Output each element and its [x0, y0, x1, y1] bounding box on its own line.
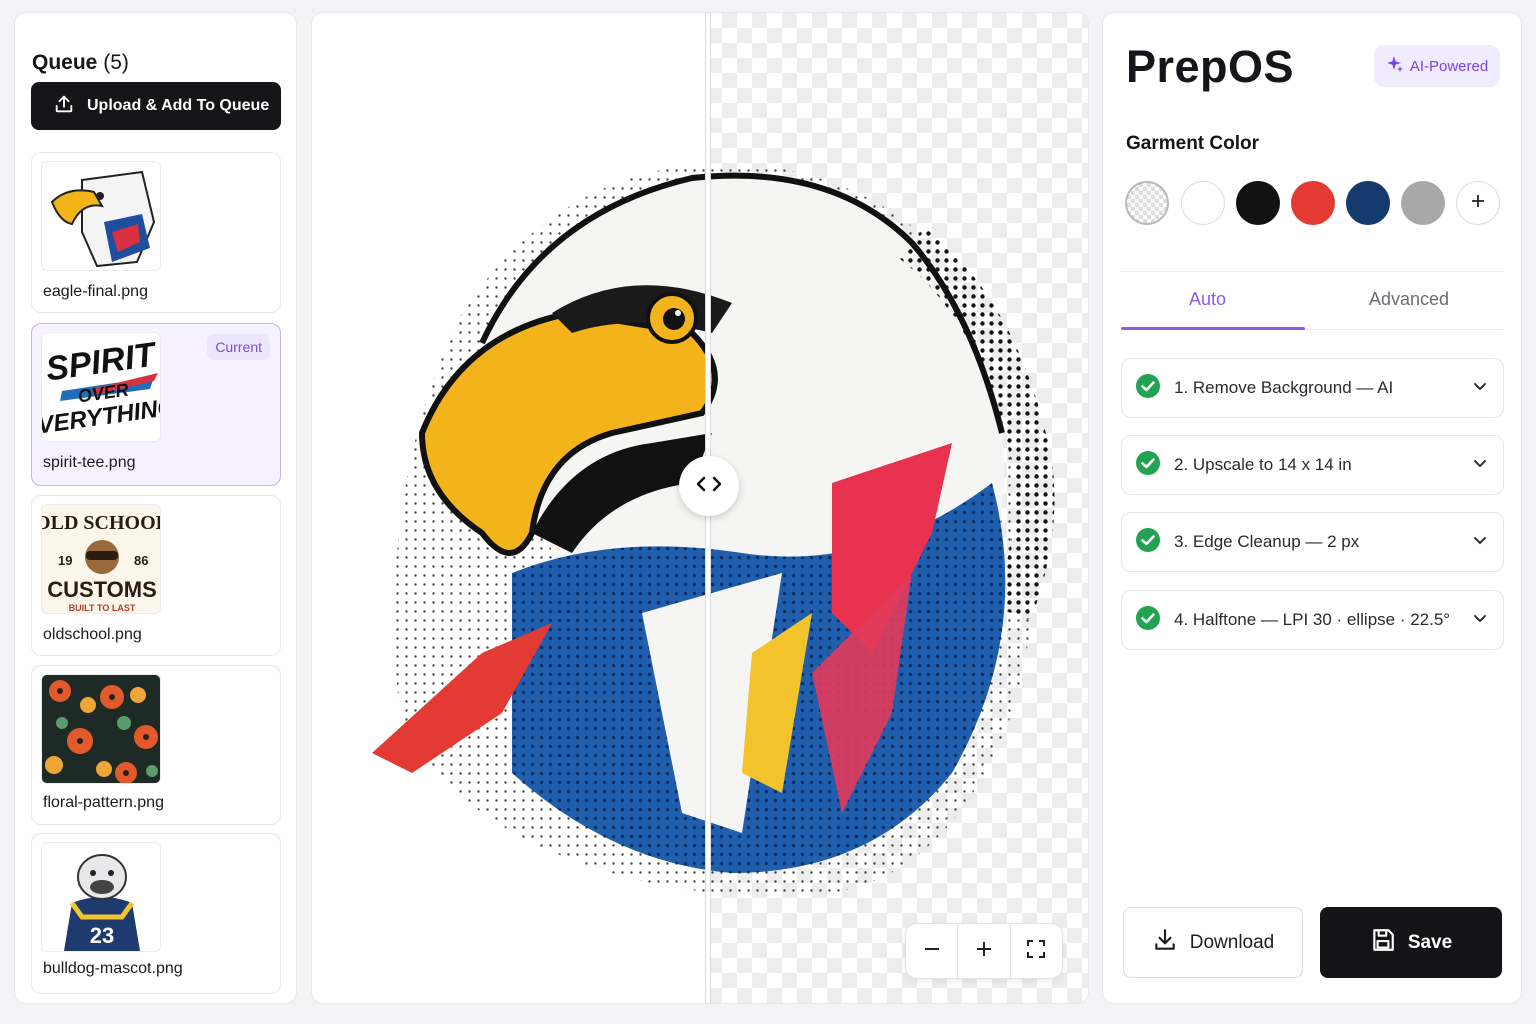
active-tab-indicator — [1121, 327, 1305, 330]
chevron-down-icon — [1473, 456, 1487, 474]
download-button[interactable]: Download — [1123, 907, 1303, 978]
queue-thumbnail-eagle — [41, 161, 161, 271]
compare-slider-handle[interactable] — [679, 456, 739, 516]
oldschool-art-text-4: CUSTOMS — [47, 577, 157, 602]
queue-thumbnail-bulldog: 23 — [41, 842, 161, 952]
chevron-left-right-icon — [694, 474, 724, 499]
queue-title-text: Queue — [32, 51, 98, 74]
chevron-down-icon — [1473, 533, 1487, 551]
fit-to-screen-button[interactable] — [1011, 924, 1062, 978]
queue-item-oldschool[interactable]: OLD SCHOOL 19 86 CUSTOMS BUILT TO LAST o… — [31, 495, 281, 656]
queue-item-floral[interactable]: floral-pattern.png — [31, 665, 281, 825]
tab-auto[interactable]: Auto — [1189, 289, 1226, 310]
step-upscale[interactable]: 2. Upscale to 14 x 14 in — [1121, 435, 1504, 495]
swatch-transparent[interactable] — [1125, 181, 1169, 225]
queue-item-bulldog[interactable]: 23 bulldog-mascot.png — [31, 833, 281, 994]
queue-item-name: bulldog-mascot.png — [43, 960, 183, 977]
step-label: 3. Edge Cleanup — 2 px — [1174, 532, 1360, 551]
upload-icon — [53, 93, 75, 120]
queue-item-spirit[interactable]: SPIRIT OVER EVERYTHING Current spirit-te… — [31, 323, 281, 486]
save-button[interactable]: Save — [1320, 907, 1502, 978]
step-label: 2. Upscale to 14 x 14 in — [1174, 455, 1352, 474]
sparkle-icon — [1386, 55, 1404, 77]
upload-add-to-queue-button[interactable]: Upload & Add To Queue — [31, 82, 281, 130]
queue-item-name: eagle-final.png — [43, 283, 148, 300]
queue-panel: Queue (5) Upload & Add To Queue eagle-fi… — [14, 12, 297, 1004]
oldschool-art-text-1: OLD SCHOOL — [42, 512, 161, 534]
fullscreen-icon — [1026, 939, 1046, 964]
queue-thumbnail-spirit: SPIRIT OVER EVERYTHING — [41, 332, 161, 442]
queue-item-name: spirit-tee.png — [43, 454, 136, 471]
plus-icon — [1470, 193, 1486, 214]
add-swatch-button[interactable] — [1456, 181, 1500, 225]
queue-thumbnail-oldschool: OLD SCHOOL 19 86 CUSTOMS BUILT TO LAST — [41, 504, 161, 614]
zoom-out-button[interactable] — [906, 924, 959, 978]
save-label: Save — [1407, 931, 1453, 953]
check-circle-icon — [1136, 373, 1160, 403]
step-halftone[interactable]: 4. Halftone — LPI 30 · ellipse · 22.5° — [1121, 590, 1504, 650]
oldschool-art-text-3: 86 — [134, 553, 148, 568]
check-circle-icon — [1136, 450, 1160, 480]
queue-thumbnail-floral — [41, 674, 161, 784]
current-badge: Current — [207, 334, 270, 360]
upload-button-label: Upload & Add To Queue — [87, 97, 270, 114]
settings-panel: PrepOS AI-Powered Garment Color Auto Adv… — [1102, 12, 1522, 1004]
step-remove-background[interactable]: 1. Remove Background — AI — [1121, 358, 1504, 418]
swatch-black[interactable] — [1236, 181, 1280, 225]
oldschool-art-text-2: 19 — [58, 553, 72, 568]
queue-title: Queue (5) — [32, 51, 129, 75]
queue-item-eagle[interactable]: eagle-final.png — [31, 152, 281, 313]
step-label: 4. Halftone — LPI 30 · ellipse · 22.5° — [1174, 610, 1451, 629]
save-icon — [1370, 927, 1396, 959]
swatch-gray[interactable] — [1401, 181, 1445, 225]
oldschool-art-text-5: BUILT TO LAST — [69, 603, 136, 613]
check-circle-icon — [1136, 527, 1160, 557]
swatch-navy[interactable] — [1346, 181, 1390, 225]
tab-advanced[interactable]: Advanced — [1369, 289, 1449, 310]
garment-color-label: Garment Color — [1126, 133, 1260, 154]
swatch-red[interactable] — [1291, 181, 1335, 225]
ai-powered-badge: AI-Powered — [1374, 45, 1500, 87]
bulldog-art-text: 23 — [90, 923, 114, 948]
swatch-white[interactable] — [1181, 181, 1225, 225]
chevron-down-icon — [1473, 379, 1487, 397]
queue-count: (5) — [103, 51, 129, 74]
zoom-toolbar — [905, 923, 1063, 979]
tabs-top-divider — [1121, 271, 1503, 272]
queue-item-name: oldschool.png — [43, 626, 142, 643]
app-brand: PrepOS — [1126, 41, 1295, 92]
chevron-down-icon — [1473, 611, 1487, 629]
download-label: Download — [1189, 931, 1275, 953]
check-circle-icon — [1136, 605, 1160, 635]
minus-icon — [923, 940, 941, 963]
compare-canvas[interactable] — [311, 12, 1089, 1004]
download-icon — [1152, 927, 1178, 959]
step-edge-cleanup[interactable]: 3. Edge Cleanup — 2 px — [1121, 512, 1504, 572]
ai-badge-label: AI-Powered — [1409, 57, 1489, 75]
zoom-in-button[interactable] — [958, 924, 1011, 978]
step-label: 1. Remove Background — AI — [1174, 378, 1394, 397]
plus-icon — [975, 940, 993, 963]
queue-item-name: floral-pattern.png — [43, 794, 164, 811]
